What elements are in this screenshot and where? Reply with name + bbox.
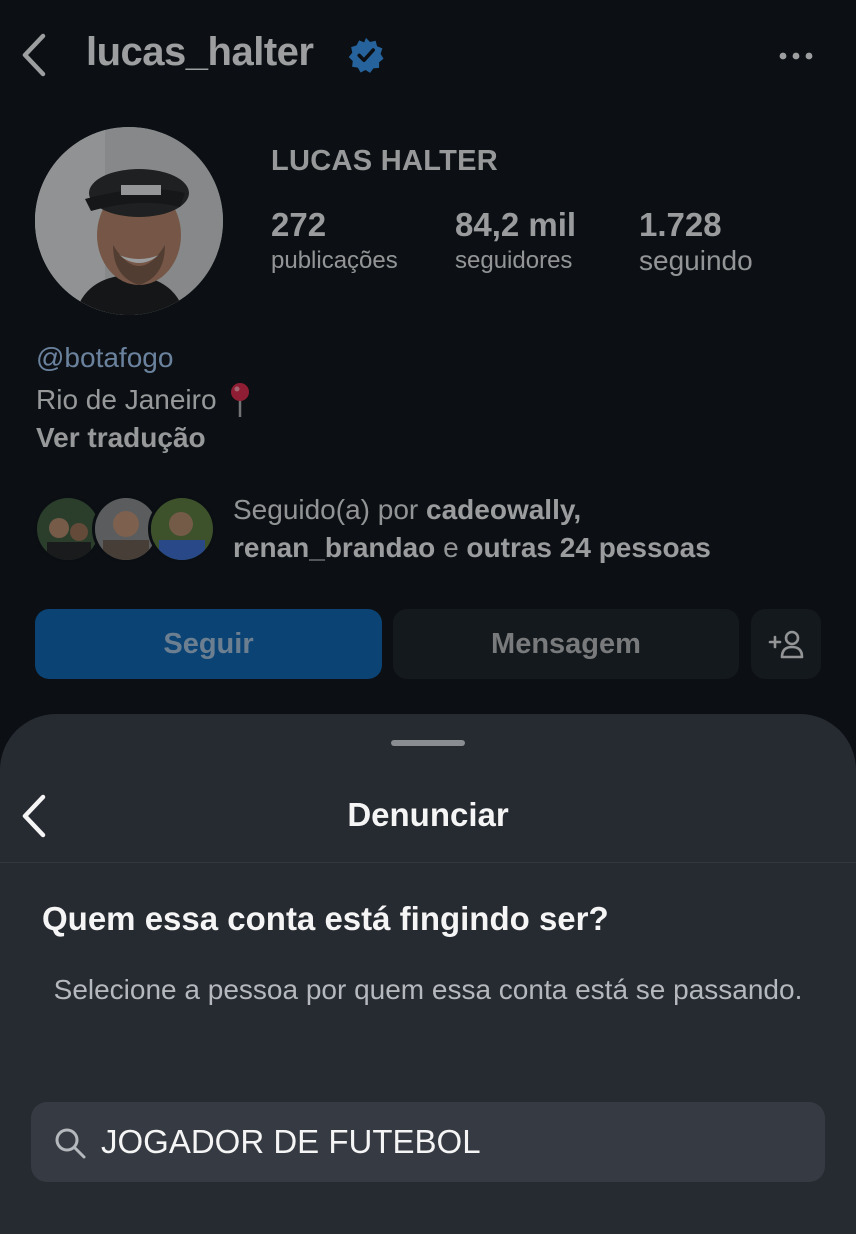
- followed-by-user-2[interactable]: renan_brandao: [233, 532, 435, 563]
- verified-badge-icon: [348, 37, 384, 73]
- followed-by-prefix: Seguido(a) por: [233, 494, 419, 525]
- report-description: Selecione a pessoa por quem essa conta e…: [53, 974, 803, 1005]
- profile-full-name: LUCAS HALTER: [271, 145, 498, 177]
- sheet-title: Denunciar: [347, 796, 509, 833]
- stat-following-value: 1.728: [639, 206, 722, 243]
- person-search-field[interactable]: [31, 1102, 825, 1182]
- sheet-drag-handle[interactable]: [391, 740, 465, 746]
- bio-city-text: Rio de Janeiro: [36, 384, 217, 415]
- add-person-icon: [768, 630, 804, 659]
- followed-by-user-1[interactable]: cadeowally,: [426, 494, 581, 525]
- stat-followers[interactable]: 84,2 mil seguidores: [455, 205, 576, 277]
- bio-mention-link[interactable]: @botafogo: [36, 342, 173, 374]
- search-icon: [55, 1128, 86, 1159]
- stat-following[interactable]: 1.728 seguindo: [639, 205, 753, 277]
- search-input[interactable]: [101, 1114, 801, 1170]
- followed-by-connector: e: [443, 532, 459, 563]
- report-sheet: Denunciar Quem essa conta está fingindo …: [0, 714, 856, 1234]
- chevron-left-icon: [22, 33, 46, 77]
- followed-by-others[interactable]: outras 24 pessoas: [466, 532, 710, 563]
- followed-by-line-2[interactable]: renan_brandao e outras 24 pessoas: [233, 532, 711, 564]
- more-options-button[interactable]: [778, 46, 814, 66]
- translate-link[interactable]: Ver tradução: [36, 422, 206, 454]
- stat-followers-value: 84,2 mil: [455, 206, 577, 243]
- username: lucas_halter: [86, 30, 314, 74]
- bio-location: Rio de Janeiro: [36, 382, 251, 418]
- stat-followers-label: seguidores: [455, 247, 573, 274]
- round-pushpin-icon: [230, 383, 249, 417]
- avatar-photo: [35, 127, 223, 315]
- follower-avatar-3[interactable]: [148, 495, 216, 563]
- top-bar: lucas_halter: [0, 0, 856, 110]
- add-person-button[interactable]: [751, 609, 821, 679]
- stat-following-label: seguindo: [639, 245, 753, 276]
- profile-avatar[interactable]: [35, 127, 223, 315]
- sheet-divider: [0, 862, 856, 863]
- message-button[interactable]: Mensagem: [393, 609, 739, 679]
- stat-posts-value: 272: [271, 206, 327, 243]
- followed-by-line-1[interactable]: Seguido(a) por cadeowally,: [233, 494, 581, 526]
- follow-button[interactable]: Seguir: [35, 609, 382, 679]
- stat-posts-label: publicações: [271, 247, 398, 274]
- back-button[interactable]: [14, 32, 54, 78]
- report-question: Quem essa conta está fingindo ser?: [42, 900, 609, 937]
- stat-posts[interactable]: 272 publicações: [271, 205, 398, 277]
